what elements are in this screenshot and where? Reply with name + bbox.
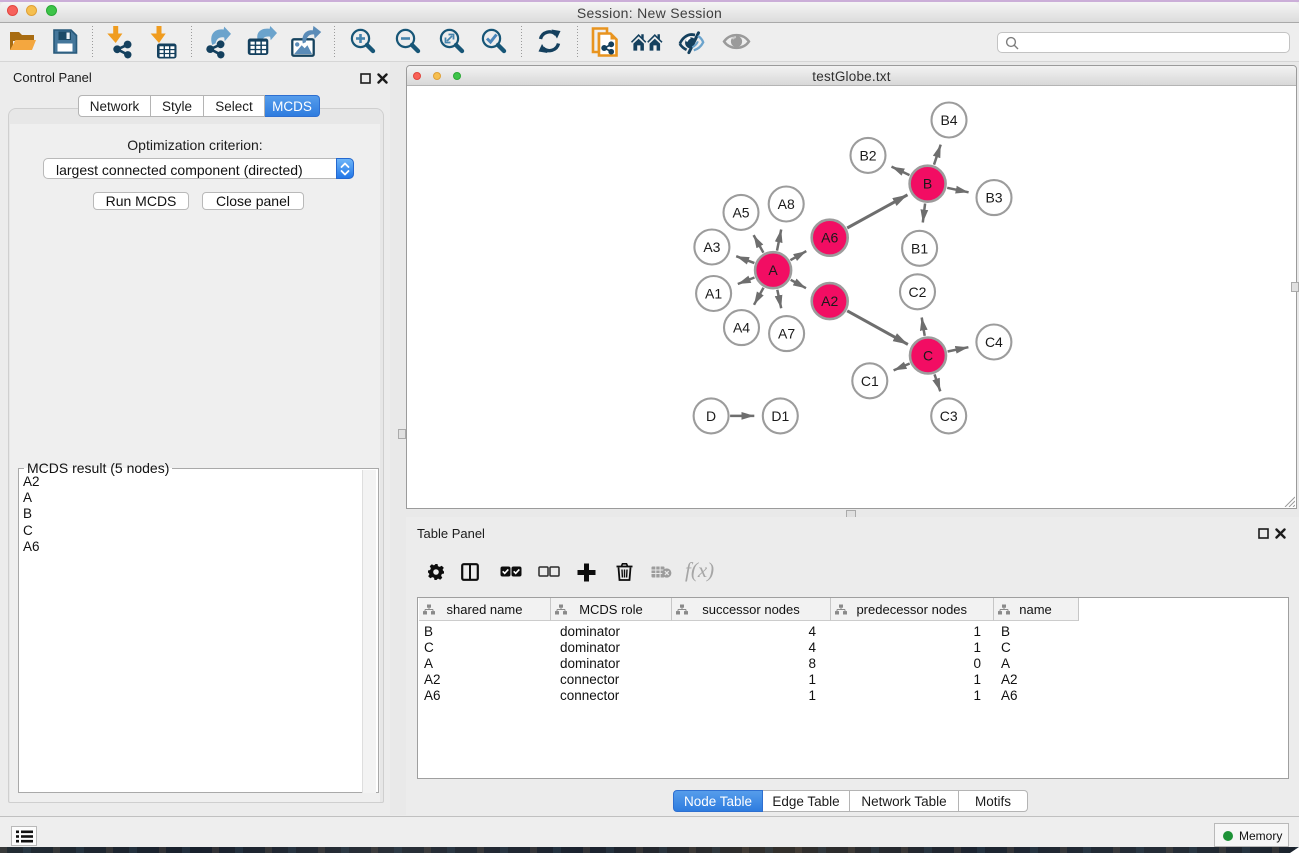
svg-text:B2: B2 — [859, 147, 876, 163]
svg-text:A: A — [768, 262, 778, 278]
svg-text:A7: A7 — [778, 326, 795, 342]
svg-text:D: D — [706, 408, 716, 424]
svg-text:C3: C3 — [940, 408, 958, 424]
svg-text:A1: A1 — [705, 286, 722, 302]
svg-text:A2: A2 — [821, 293, 838, 309]
svg-text:C: C — [923, 348, 933, 364]
svg-text:A5: A5 — [732, 204, 749, 220]
svg-text:C4: C4 — [985, 334, 1003, 350]
svg-text:A8: A8 — [778, 196, 795, 212]
svg-text:B4: B4 — [940, 112, 957, 128]
svg-text:A3: A3 — [703, 239, 720, 255]
svg-text:D1: D1 — [771, 408, 789, 424]
svg-text:C1: C1 — [861, 373, 879, 389]
svg-text:B3: B3 — [985, 190, 1002, 206]
svg-text:B1: B1 — [911, 240, 928, 256]
svg-text:A4: A4 — [733, 320, 750, 336]
svg-text:A6: A6 — [821, 230, 838, 246]
svg-text:C2: C2 — [909, 284, 927, 300]
svg-text:B: B — [923, 176, 932, 192]
